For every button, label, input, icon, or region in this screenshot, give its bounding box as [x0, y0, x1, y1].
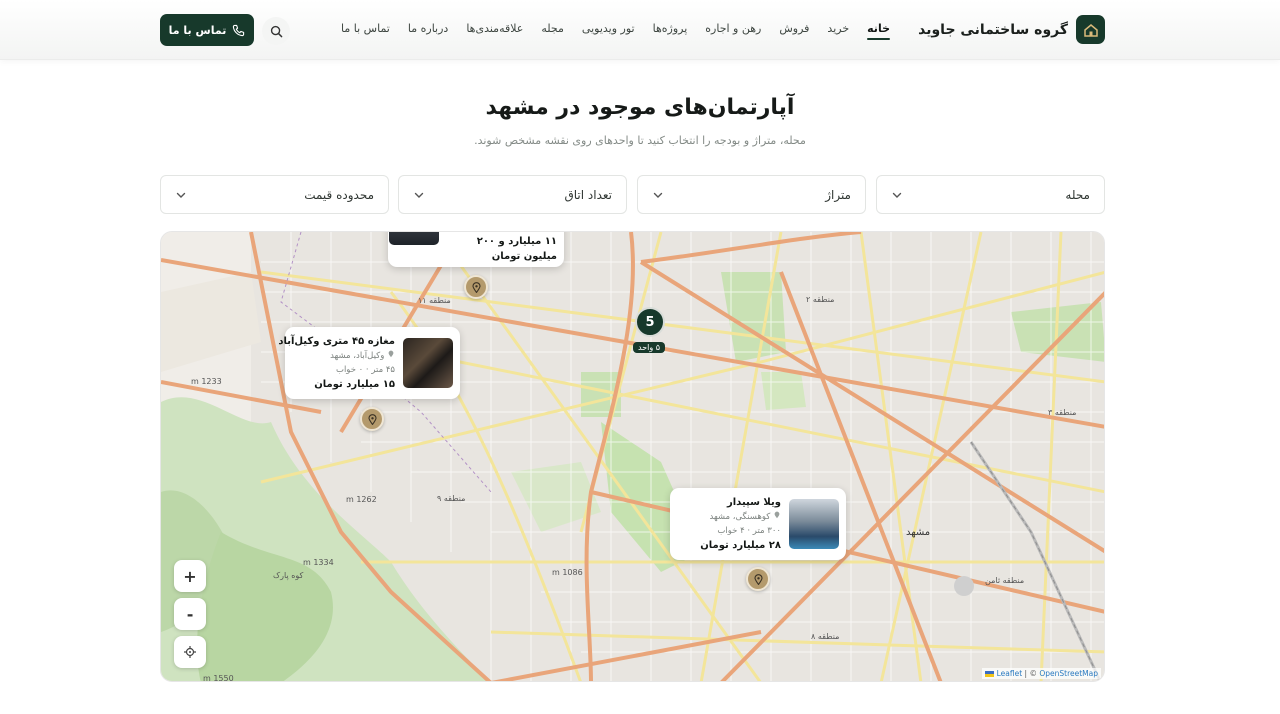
home-logo-icon — [1076, 15, 1105, 44]
listing-price: ۱۱ میلیارد و ۲۰۰ میلیون تومان — [476, 235, 557, 262]
map-label-region-11: منطقه ۱۱ — [418, 296, 451, 305]
filters-bar: محله متراژ تعداد اتاق محدوده قیمت — [160, 175, 1105, 214]
map-pin-icon — [367, 413, 377, 425]
filter-area[interactable]: متراژ — [637, 175, 866, 214]
filter-neighborhood[interactable]: محله — [876, 175, 1105, 214]
search-icon — [270, 25, 282, 37]
listing-thumbnail — [403, 338, 453, 388]
listing-meta: ۴۵ متر · ۰ خواب — [335, 364, 395, 375]
chevron-down-icon — [176, 192, 186, 198]
nav-contact[interactable]: تماس با ما — [341, 22, 390, 35]
page-subtitle: محله، متراژ و بودجه را انتخاب کنید تا وا… — [474, 134, 806, 147]
zoom-in-button[interactable]: + — [174, 560, 206, 592]
flag-icon — [985, 671, 995, 677]
nav-video-tour[interactable]: تور ویدیویی — [582, 22, 635, 35]
map-label-region-3: منطقه ۳ — [1048, 408, 1077, 417]
listing-thumbnail — [789, 499, 839, 549]
map-cluster-label: ۵ واحد — [633, 342, 666, 353]
contact-button-label: تماس با ما — [168, 23, 227, 37]
nav-buy[interactable]: خرید — [827, 22, 849, 35]
map-label-region-8: منطقه ۸ — [811, 632, 840, 641]
map-label-region-9: منطقه ۹ — [437, 494, 466, 503]
search-button[interactable] — [262, 17, 290, 45]
map-label-koh-park: کوه پارک — [273, 571, 304, 580]
page-title: آپارتمان‌های موجود در مشهد — [485, 95, 795, 120]
contact-button[interactable]: تماس با ما — [160, 14, 254, 46]
crosshair-icon — [184, 646, 196, 658]
filter-area-label: متراژ — [825, 187, 851, 202]
map-label-alt-1: 1233 m — [191, 377, 222, 386]
leaflet-link[interactable]: Leaflet — [997, 669, 1023, 678]
map-label-alt-2: 1262 m — [346, 495, 377, 504]
filter-rooms[interactable]: تعداد اتاق — [398, 175, 627, 214]
map-tiles — [161, 232, 1104, 681]
listing-thumbnail — [389, 232, 439, 245]
listing-location: وکیل‌آباد، مشهد — [278, 349, 395, 363]
map-attribution: Leaflet | © OpenStreetMap — [982, 668, 1101, 679]
filter-neighborhood-label: محله — [1065, 187, 1090, 202]
map-label-alt-3: 1086 m — [552, 568, 583, 577]
map-label-samen: منطقه ثامن — [985, 576, 1025, 585]
filter-price-label: محدوده قیمت — [304, 187, 374, 202]
map[interactable]: منطقه ۱۱ منطقه ۲ منطقه ۳ منطقه ۹ منطقه ۸… — [160, 231, 1105, 682]
location-pin-icon — [388, 350, 394, 357]
map-pin[interactable] — [360, 407, 384, 431]
nav-magazine[interactable]: مجله — [541, 22, 564, 35]
listing-popup[interactable]: ۱۱ میلیارد و ۲۰۰ میلیون تومان — [388, 232, 564, 267]
zoom-out-button[interactable]: - — [174, 598, 206, 630]
map-label-alt-5: 1550 m — [203, 674, 234, 682]
listing-info: ۱۱ میلیارد و ۲۰۰ میلیون تومان — [447, 232, 557, 262]
chevron-down-icon — [892, 192, 902, 198]
map-pin-icon — [471, 281, 481, 293]
nav-favorites[interactable]: علاقه‌مندی‌ها — [466, 22, 523, 35]
nav-rent[interactable]: رهن و اجاره — [705, 22, 761, 35]
listing-meta: ۳۰۰ متر · ۴ خواب — [717, 525, 781, 536]
listing-info: مغازه ۴۵ متری وکیل‌آباد وکیل‌آباد، مشهد … — [278, 334, 395, 392]
locate-button[interactable] — [174, 636, 206, 668]
map-pin[interactable] — [746, 567, 770, 591]
chevron-down-icon — [653, 192, 663, 198]
phone-icon — [233, 24, 245, 36]
listing-location-text: وکیل‌آباد، مشهد — [330, 350, 385, 361]
listing-title: مغازه ۴۵ متری وکیل‌آباد — [278, 335, 395, 347]
map-label-region-2: منطقه ۲ — [806, 295, 835, 304]
brand[interactable]: گروه ساختمانی جاوید — [918, 15, 1105, 44]
listing-info: ویلا سپیدار کوهسنگی، مشهد ۳۰۰ متر · ۴ خو… — [700, 495, 781, 553]
nav-projects[interactable]: پروژه‌ها — [653, 22, 688, 35]
main-nav: خانه خرید فروش رهن و اجاره پروژه‌ها تور … — [323, 22, 890, 40]
listing-location: کوهسنگی، مشهد — [700, 510, 781, 524]
brand-name: گروه ساختمانی جاوید — [918, 21, 1068, 38]
nav-about[interactable]: درباره ما — [408, 22, 448, 35]
map-cluster[interactable]: 5 — [635, 307, 665, 337]
map-pin-icon — [753, 573, 763, 585]
filter-price[interactable]: محدوده قیمت — [160, 175, 389, 214]
listing-title: ویلا سپیدار — [726, 496, 781, 508]
map-label-mashhad: مشهد — [906, 527, 931, 538]
osm-link[interactable]: OpenStreetMap — [1039, 669, 1098, 678]
nav-sell[interactable]: فروش — [779, 22, 809, 35]
filter-rooms-label: تعداد اتاق — [564, 187, 612, 202]
listing-location-text: کوهسنگی، مشهد — [709, 511, 771, 522]
map-pin[interactable] — [464, 275, 488, 299]
map-label-alt-4: 1334 m — [303, 558, 334, 567]
attribution-separator: | © — [1022, 669, 1040, 678]
listing-popup[interactable]: مغازه ۴۵ متری وکیل‌آباد وکیل‌آباد، مشهد … — [278, 327, 460, 399]
listing-popup[interactable]: ویلا سپیدار کوهسنگی، مشهد ۳۰۰ متر · ۴ خو… — [670, 488, 846, 560]
header: گروه ساختمانی جاوید خانه خرید فروش رهن و… — [0, 0, 1280, 60]
chevron-down-icon — [414, 192, 424, 198]
location-pin-icon — [774, 511, 780, 518]
listing-price: ۱۵ میلیارد تومان — [314, 378, 395, 390]
listing-price: ۲۸ میلیارد تومان — [700, 539, 781, 551]
nav-home[interactable]: خانه — [867, 22, 890, 40]
